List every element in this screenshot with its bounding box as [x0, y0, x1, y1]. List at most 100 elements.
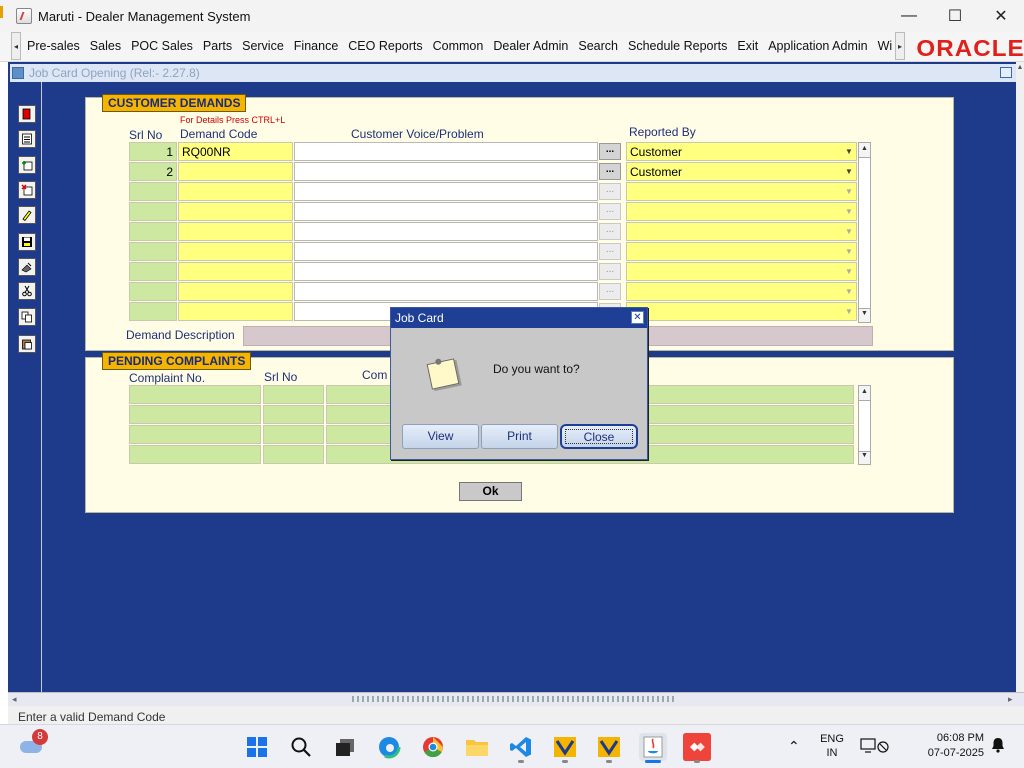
hscroll-thumb[interactable]	[352, 696, 676, 702]
menu-application-admin[interactable]: Application Admin	[763, 32, 872, 60]
customer-voice-field[interactable]	[294, 202, 598, 221]
demand-code-field[interactable]	[178, 222, 293, 241]
complaint-srl-cell[interactable]	[263, 445, 324, 464]
demand-code-field[interactable]	[178, 262, 293, 281]
app-icon-2[interactable]	[595, 733, 623, 761]
paste-icon[interactable]	[18, 335, 36, 353]
complaints-grid-scrollbar[interactable]: ▲ ▼	[858, 385, 871, 465]
complaint-srl-cell[interactable]	[263, 385, 324, 404]
edit-icon[interactable]	[18, 206, 36, 224]
menu-exit[interactable]: Exit	[732, 32, 763, 60]
reported-by-select[interactable]	[626, 202, 857, 221]
weather-widget[interactable]: 8	[18, 729, 48, 755]
copy-icon[interactable]	[18, 308, 36, 326]
save-icon[interactable]	[18, 233, 36, 251]
customer-voice-field[interactable]	[294, 162, 598, 181]
voice-details-button[interactable]: ...	[599, 263, 621, 280]
complaints-scroll-thumb[interactable]	[859, 400, 870, 452]
customer-voice-field[interactable]	[294, 182, 598, 201]
complaint-no-cell[interactable]	[129, 405, 261, 424]
dropdown-arrow-icon[interactable]: ▼	[843, 263, 855, 280]
task-view-icon[interactable]	[331, 733, 359, 761]
reported-by-select[interactable]	[626, 302, 857, 321]
dialog-close-icon[interactable]: ✕	[631, 311, 644, 324]
customer-voice-field[interactable]	[294, 222, 598, 241]
grid-scroll-up-icon[interactable]: ▲	[859, 145, 870, 152]
windows-start-icon[interactable]	[243, 733, 271, 761]
menu-window[interactable]: Wi	[873, 32, 892, 60]
scroll-up-arrow-icon[interactable]: ▲	[1016, 64, 1024, 71]
hscroll-right-icon[interactable]: ▸	[1008, 694, 1013, 705]
new-record-icon[interactable]	[18, 156, 36, 174]
hscroll-left-icon[interactable]: ◂	[12, 694, 17, 705]
window-vertical-scrollbar[interactable]: ▲ ▼	[1016, 62, 1024, 708]
voice-details-button[interactable]: ...	[599, 243, 621, 260]
clear-icon[interactable]	[18, 258, 36, 276]
grid-scroll-down-icon[interactable]: ▼	[859, 310, 870, 317]
delete-record-icon[interactable]	[18, 181, 36, 199]
view-button[interactable]: View	[402, 424, 479, 449]
demand-code-field[interactable]	[178, 282, 293, 301]
language-indicator[interactable]: ENG IN	[818, 732, 846, 768]
exit-icon[interactable]	[18, 105, 36, 123]
voice-details-button[interactable]: ...	[599, 283, 621, 300]
demand-code-field[interactable]	[178, 242, 293, 261]
file-explorer-icon[interactable]	[463, 733, 491, 761]
menu-pre-sales[interactable]: Pre-sales	[22, 32, 85, 60]
menu-scroll-left-button[interactable]: ◂	[11, 32, 21, 60]
voice-details-button[interactable]: ...	[599, 223, 621, 240]
customer-voice-field[interactable]	[294, 242, 598, 261]
menu-parts[interactable]: Parts	[198, 32, 237, 60]
voice-details-button[interactable]: ...	[599, 163, 621, 180]
reported-by-select[interactable]	[626, 182, 857, 201]
demand-code-field[interactable]	[178, 162, 293, 181]
vscode-icon[interactable]	[507, 733, 535, 761]
dropdown-arrow-icon[interactable]: ▼	[843, 203, 855, 220]
demand-code-field[interactable]	[178, 182, 293, 201]
demand-grid-scrollbar[interactable]: ▲ ▼	[858, 142, 871, 323]
reported-by-select[interactable]	[626, 242, 857, 261]
grid-scroll-thumb[interactable]	[859, 157, 870, 309]
notification-bell-icon[interactable]	[990, 737, 1006, 768]
menu-scroll-right-button[interactable]: ▸	[895, 32, 905, 60]
menu-ceo-reports[interactable]: CEO Reports	[343, 32, 427, 60]
complaint-no-cell[interactable]	[129, 445, 261, 464]
minimize-button[interactable]: —	[886, 0, 932, 32]
reported-by-select[interactable]: Customer	[626, 142, 857, 161]
app-icon-1[interactable]	[551, 733, 579, 761]
network-icon[interactable]	[860, 737, 890, 768]
customer-voice-field[interactable]	[294, 142, 598, 161]
reported-by-select[interactable]	[626, 282, 857, 301]
complaint-no-cell[interactable]	[129, 385, 261, 404]
menu-service[interactable]: Service	[237, 32, 289, 60]
voice-details-button[interactable]: ...	[599, 183, 621, 200]
menu-dealer-admin[interactable]: Dealer Admin	[488, 32, 573, 60]
demand-code-field[interactable]	[178, 302, 293, 321]
edge-icon[interactable]	[375, 733, 403, 761]
customer-voice-field[interactable]	[294, 282, 598, 301]
tray-overflow-chevron-icon[interactable]: ⌃	[788, 738, 800, 768]
customer-voice-field[interactable]	[294, 262, 598, 281]
demand-code-field[interactable]	[178, 202, 293, 221]
dropdown-arrow-icon[interactable]: ▼	[843, 163, 855, 180]
complaints-scroll-up-icon[interactable]: ▲	[859, 388, 870, 395]
chrome-icon[interactable]	[419, 733, 447, 761]
complaints-scroll-down-icon[interactable]: ▼	[859, 452, 870, 459]
reported-by-select[interactable]: Customer	[626, 162, 857, 181]
menu-finance[interactable]: Finance	[289, 32, 343, 60]
reported-by-select[interactable]	[626, 222, 857, 241]
dropdown-arrow-icon[interactable]: ▼	[843, 223, 855, 240]
dialog-close-button[interactable]: Close	[560, 424, 638, 449]
voice-details-button[interactable]: ...	[599, 143, 621, 160]
maximize-button[interactable]: ☐	[932, 0, 978, 32]
complaint-no-cell[interactable]	[129, 425, 261, 444]
cut-icon[interactable]	[18, 282, 36, 300]
voice-details-button[interactable]: ...	[599, 203, 621, 220]
restore-button[interactable]	[1000, 67, 1012, 78]
reported-by-select[interactable]	[626, 262, 857, 281]
menu-schedule-reports[interactable]: Schedule Reports	[623, 32, 732, 60]
java-icon[interactable]	[639, 733, 667, 761]
window-horizontal-scrollbar[interactable]: ◂ ▸	[8, 692, 1024, 706]
clock[interactable]: 06:08 PM 07-07-2025	[918, 731, 984, 768]
dropdown-arrow-icon[interactable]: ▼	[843, 143, 855, 160]
